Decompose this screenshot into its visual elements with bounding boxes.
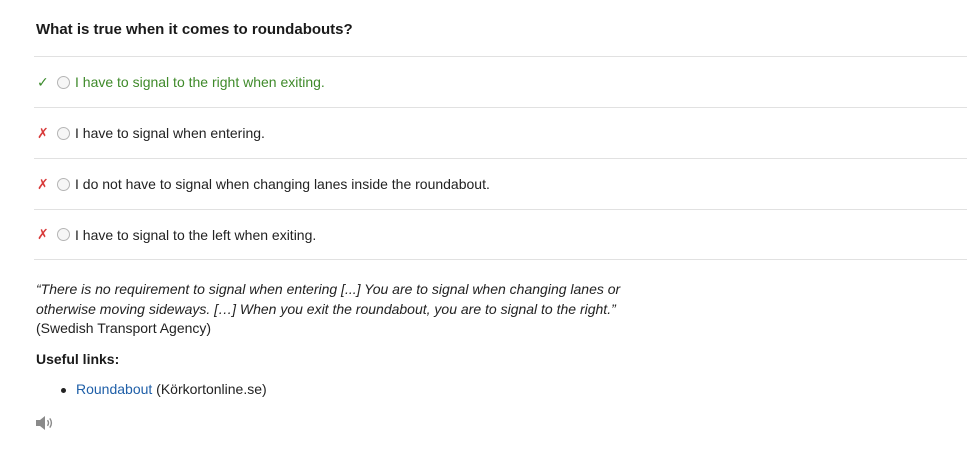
speaker-icon[interactable] — [35, 415, 55, 431]
checkmark-icon: ✓ — [37, 73, 49, 90]
explanation-source: (Swedish Transport Agency) — [36, 320, 212, 336]
cross-icon: ✗ — [37, 124, 49, 141]
explanation-quote: “There is no requirement to signal when … — [36, 281, 621, 317]
answer-option-1[interactable]: ✓ I have to signal to the right when exi… — [34, 56, 967, 107]
roundabout-link[interactable]: Roundabout — [76, 381, 152, 397]
explanation: “There is no requirement to signal when … — [36, 280, 636, 339]
question-title: What is true when it comes to roundabout… — [36, 21, 353, 38]
radio-button[interactable] — [57, 228, 70, 241]
radio-button[interactable] — [57, 177, 70, 191]
link-source: (Körkortonline.se) — [152, 381, 267, 397]
bullet-icon — [61, 388, 66, 393]
radio-button[interactable] — [57, 75, 70, 89]
answer-text: I have to signal to the right when exiti… — [75, 74, 325, 90]
answer-list: ✓ I have to signal to the right when exi… — [34, 56, 967, 260]
answer-option-3[interactable]: ✗ I do not have to signal when changing … — [34, 158, 967, 209]
useful-links-list: Roundabout (Körkortonline.se) — [36, 381, 267, 397]
quiz-page: What is true when it comes to roundabout… — [0, 0, 967, 463]
cross-icon: ✗ — [37, 226, 49, 242]
radio-button[interactable] — [57, 126, 70, 140]
answer-option-2[interactable]: ✗ I have to signal when entering. — [34, 107, 967, 158]
list-item: Roundabout (Körkortonline.se) — [36, 381, 267, 397]
answer-text: I do not have to signal when changing la… — [75, 176, 490, 192]
answer-text: I have to signal when entering. — [75, 125, 265, 141]
answer-text: I have to signal to the left when exitin… — [75, 226, 317, 243]
answer-option-4[interactable]: ✗ I have to signal to the left when exit… — [34, 209, 967, 260]
cross-icon: ✗ — [37, 175, 49, 192]
useful-links-heading: Useful links: — [36, 351, 120, 367]
